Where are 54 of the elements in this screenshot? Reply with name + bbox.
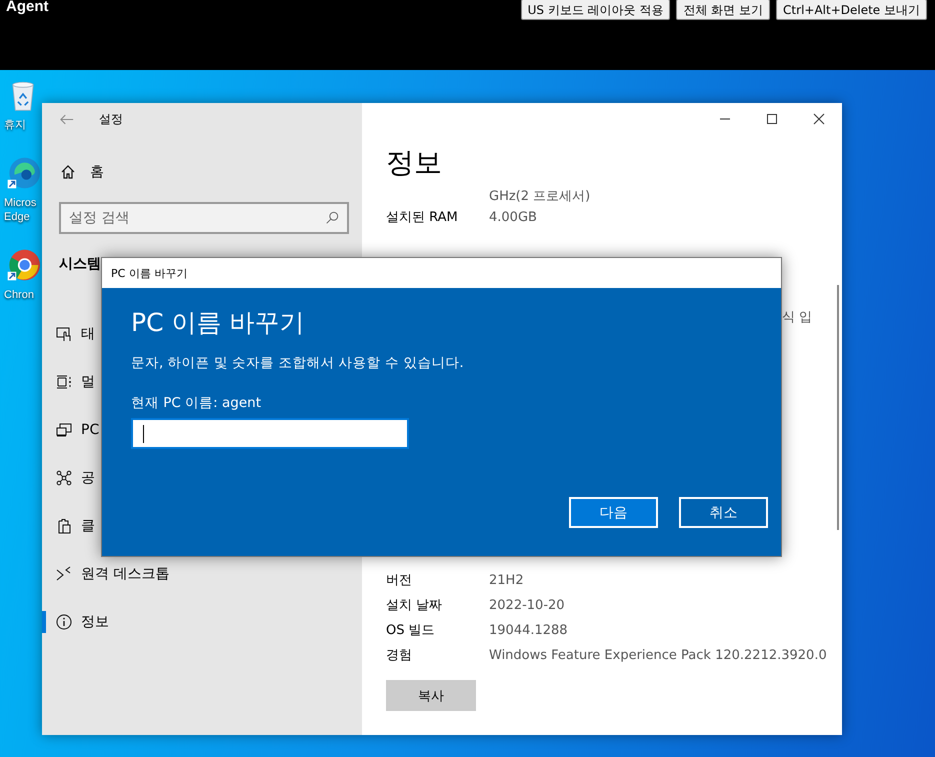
toolbar-button[interactable]: Ctrl+Alt+Delete 보내기	[776, 0, 927, 20]
current-name-label: 현재 PC 이름: agent	[131, 394, 261, 412]
spec-label: 설치된 RAM	[386, 209, 459, 227]
name-input-field[interactable]	[131, 418, 409, 449]
desktop-icon-label: 휴지	[4, 118, 26, 132]
multitask-icon[interactable]	[56, 374, 72, 390]
desktop-icon-label: Edge	[4, 210, 30, 224]
search-field[interactable]: 설정 검색	[59, 202, 349, 234]
desktop-icon-label: Micros	[4, 196, 36, 210]
toolbar-title: Agent	[6, 0, 48, 14]
nav-item[interactable]: 클	[81, 517, 95, 535]
page-title: 정보	[386, 145, 442, 181]
spec-value: GHz(2 프로세서)	[489, 188, 590, 205]
spec-value: 2022-10-20	[489, 597, 565, 615]
dialog-heading: PC 이름 바꾸기	[131, 307, 304, 339]
spec-label: OS 빌드	[386, 622, 436, 640]
clipboard-icon[interactable]	[56, 518, 72, 534]
maximize-icon[interactable]	[766, 113, 778, 125]
desktop-icon-label: Chron	[4, 288, 34, 302]
nav-item[interactable]: 원격 데스크톱	[81, 565, 170, 583]
info-icon[interactable]	[56, 614, 72, 630]
chrome-browser-icon[interactable]	[6, 248, 40, 282]
nav-item[interactable]: 멀	[81, 373, 95, 391]
copy-button[interactable]: 복사	[386, 680, 476, 711]
dialog-description: 문자, 하이픈 및 숫자를 조합해서 사용할 수 있습니다.	[131, 354, 464, 372]
obscured-text: 식 입	[782, 310, 812, 325]
toolbar-button[interactable]: 전체 화면 보기	[676, 0, 770, 20]
cancel-button[interactable]: 취소	[679, 497, 768, 528]
nav-item[interactable]: 태	[81, 325, 95, 343]
spec-value: 4.00GB	[489, 209, 537, 227]
next-button[interactable]: 다음	[569, 497, 658, 528]
search-icon[interactable]	[325, 211, 339, 225]
spec-value: Windows Feature Experience Pack 120.2212.3920.0	[489, 647, 827, 665]
nav-item[interactable]: 공	[81, 469, 95, 487]
monitor-icon[interactable]	[56, 422, 72, 438]
edge-browser-icon[interactable]	[6, 156, 40, 190]
back-arrow-icon[interactable]	[60, 114, 74, 124]
window-title: 설정	[99, 110, 123, 128]
nav-item[interactable]: 정보	[81, 613, 109, 631]
spec-label: 버전	[386, 572, 413, 590]
spec-value: 21H2	[489, 572, 524, 590]
nav-item[interactable]: PC	[81, 422, 100, 438]
spec-label: 설치 날짜	[386, 597, 444, 615]
remote-arrows-icon[interactable]	[56, 566, 72, 582]
toolbar-button[interactable]: US 키보드 레이아웃 적용	[520, 0, 670, 20]
spec-value: 19044.1288	[489, 622, 568, 640]
spec-label: 경험	[386, 647, 413, 665]
home-link[interactable]: 홈	[90, 163, 104, 181]
scrollbar[interactable]	[837, 285, 839, 530]
home-icon[interactable]	[60, 164, 76, 180]
tablet-hand-icon[interactable]	[56, 326, 72, 342]
network-nodes-icon[interactable]	[56, 470, 72, 486]
dialog-title: PC 이름 바꾸기	[111, 266, 188, 280]
close-icon[interactable]	[813, 113, 825, 125]
